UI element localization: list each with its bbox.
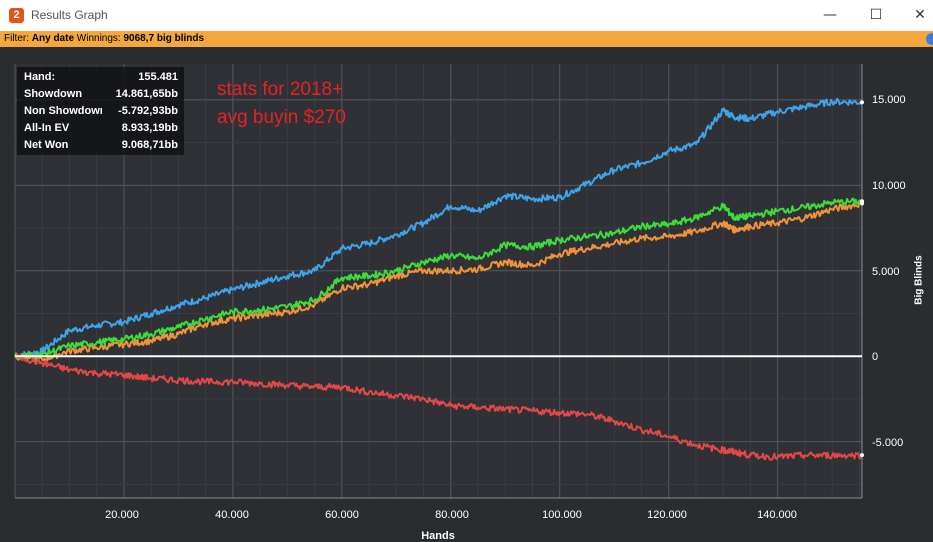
filter-value: Any date	[31, 33, 75, 44]
y-tick-label: 5.000	[872, 266, 900, 278]
x-tick-label: 100.000	[542, 509, 582, 521]
annotation-line-2: avg buyin $270	[217, 107, 346, 128]
x-tick-label: 40.000	[215, 509, 249, 521]
series-end-point	[860, 199, 864, 204]
stats-box: Hand: 155.481 Showdown 14.861,65bb Non S…	[17, 67, 184, 155]
stat-value: 155.481	[138, 71, 178, 83]
filter-status-icon[interactable]	[926, 33, 933, 45]
x-tick-label: 140.000	[757, 509, 797, 521]
stat-row-showdown: Showdown 14.861,65bb	[24, 86, 178, 103]
stat-row-hands: Hand: 155.481	[24, 69, 178, 86]
stat-value: 9.068,71bb	[121, 139, 178, 151]
filter-bar[interactable]: Filter: Any date Winnings: 9068,7 big bl…	[0, 31, 933, 47]
x-tick-label: 80.000	[435, 509, 469, 521]
y-axis-label: Big Blinds	[913, 255, 925, 305]
stat-row-non-showdown: Non Showdown -5.792,93bb	[24, 103, 178, 120]
stat-label: Showdown	[24, 88, 83, 100]
series-end-point	[860, 453, 864, 458]
x-tick-label: 60.000	[325, 509, 359, 521]
x-tick-label: 120.000	[647, 509, 687, 521]
x-tick-label: 20.000	[105, 509, 139, 521]
minimize-button[interactable]: —	[807, 0, 853, 31]
winnings-label: Winnings:	[76, 33, 121, 44]
stat-row-all-in-ev: All-In EV 8.933,19bb	[24, 120, 178, 137]
close-button[interactable]: ✕	[897, 0, 933, 31]
stat-label: Non Showdown	[24, 105, 102, 117]
x-axis-label: Hands	[421, 530, 455, 542]
y-tick-label: 10.000	[872, 180, 906, 192]
stat-value: 8.933,19bb	[121, 122, 178, 134]
window-title: Results Graph	[31, 8, 108, 22]
filter-label: Filter:	[4, 33, 29, 44]
series-end-point	[860, 100, 864, 105]
winnings-value: 9068,7 big blinds	[123, 33, 205, 44]
y-tick-label: -5.000	[872, 437, 904, 449]
stat-label: Net Won	[24, 139, 69, 151]
stat-label: All-In EV	[24, 122, 70, 134]
maximize-button[interactable]: ☐	[853, 0, 899, 31]
stat-value: -5.792,93bb	[118, 105, 178, 117]
annotation-line-1: stats for 2018+	[217, 79, 344, 100]
stat-label: Hand:	[24, 71, 56, 83]
y-tick-label: 15.000	[872, 94, 906, 106]
title-bar: 2 Results Graph — ☐ ✕	[0, 0, 933, 31]
app-logo-icon: 2	[9, 8, 24, 23]
y-tick-label: 0	[872, 351, 879, 363]
stat-value: 14.861,65bb	[115, 88, 178, 100]
stat-row-net-won: Net Won 9.068,71bb	[24, 137, 178, 154]
